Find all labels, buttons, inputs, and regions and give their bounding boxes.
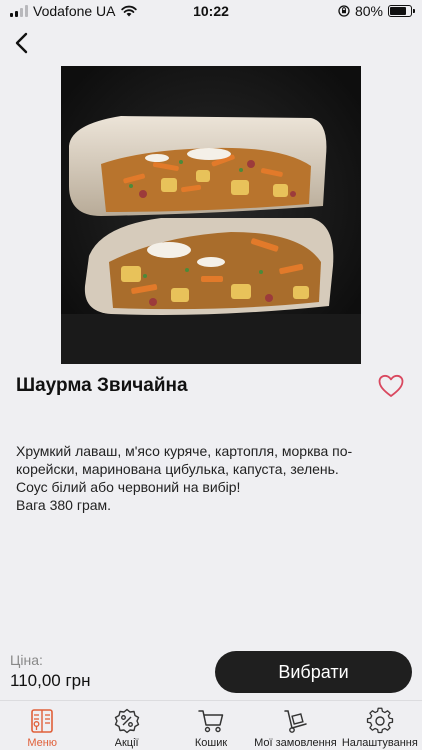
- tab-cart-label: Кошик: [194, 737, 228, 749]
- product-description: Хрумкий лаваш, м'ясо куряче, картопля, м…: [16, 443, 353, 513]
- tab-my-orders-label: Мої замовлення: [254, 737, 337, 749]
- tab-bar: Меню Акції Кошик Мої замовлення Налаштув…: [0, 700, 422, 750]
- menu-book-icon: [31, 709, 54, 733]
- favorite-heart-icon[interactable]: [377, 373, 405, 399]
- tab-menu[interactable]: Меню: [0, 701, 84, 750]
- battery-icon: [388, 5, 415, 17]
- back-button[interactable]: [10, 30, 36, 56]
- status-bar: Vodafone UA 10:22 80%: [0, 0, 422, 22]
- tab-promotions[interactable]: Акції: [84, 701, 168, 750]
- price-value: 110,00 грн: [10, 671, 91, 690]
- hand-truck-icon: [284, 710, 308, 733]
- tab-settings-label: Налаштування: [341, 737, 418, 749]
- battery-percent: 80%: [354, 3, 383, 19]
- product-title: Шаурма Звичайна: [16, 375, 188, 396]
- gear-icon: [366, 707, 393, 734]
- tab-settings[interactable]: Налаштування: [338, 701, 422, 750]
- cart-icon: [198, 710, 224, 733]
- discount-badge-icon: [114, 708, 139, 734]
- product-image: [61, 66, 361, 364]
- status-right: 80%: [338, 3, 415, 19]
- price-label: Ціна:: [10, 652, 43, 668]
- tab-menu-label: Меню: [27, 737, 58, 749]
- tab-my-orders[interactable]: Мої замовлення: [253, 701, 337, 750]
- tab-cart[interactable]: Кошик: [169, 701, 253, 750]
- rotation-lock-icon: [338, 5, 350, 17]
- select-button[interactable]: Вибрати: [215, 651, 412, 693]
- tab-promotions-label: Акції: [114, 737, 139, 749]
